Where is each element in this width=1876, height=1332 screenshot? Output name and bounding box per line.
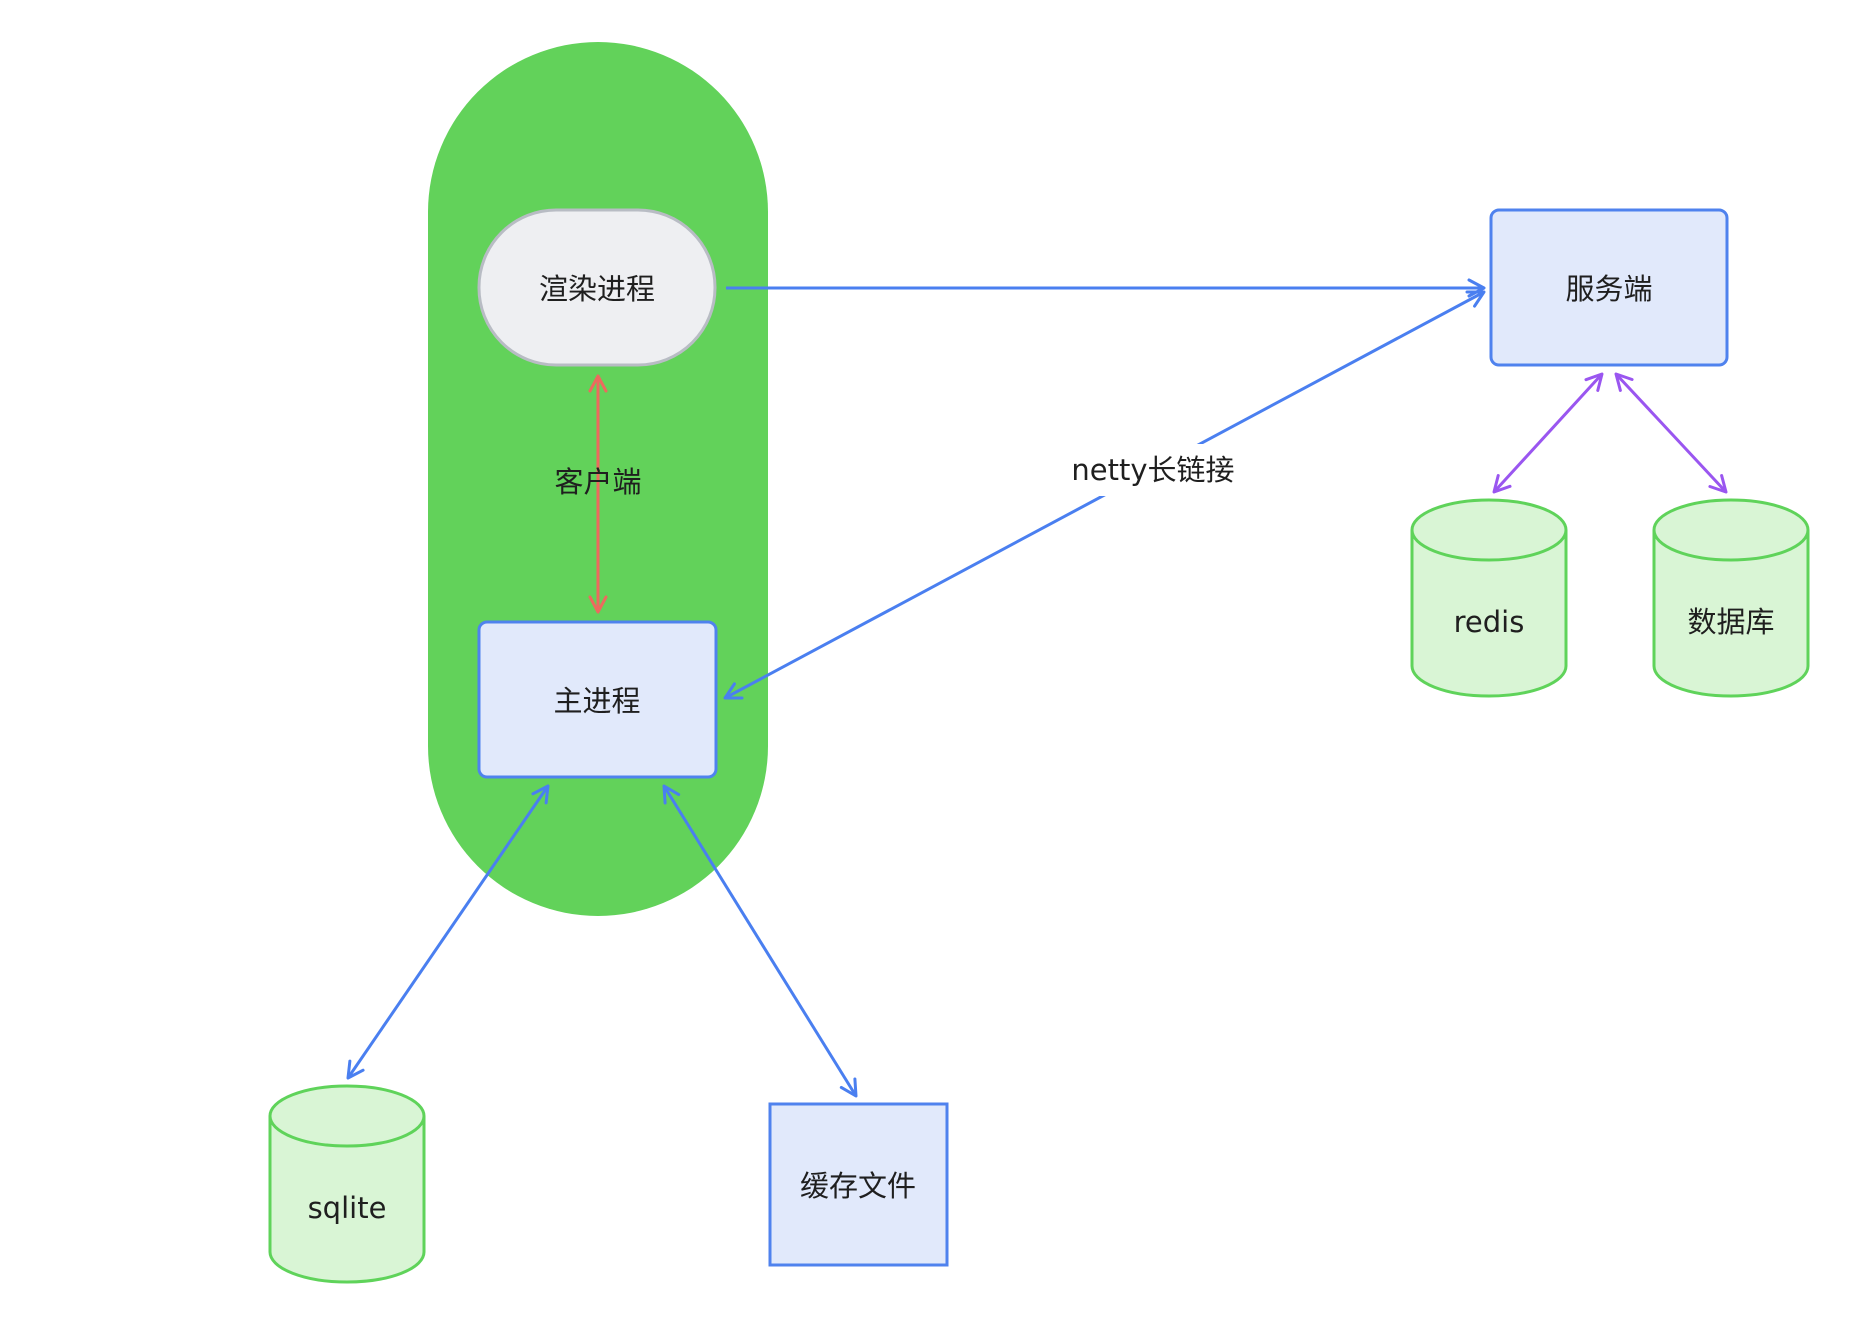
architecture-diagram: netty长链接 客户端 渲染进程 主进程 服务端 redis 数据库 sqli… [268, 42, 1810, 1284]
node-main-process: 主进程 [477, 620, 718, 779]
node-cache-file-label: 缓存文件 [800, 1169, 916, 1203]
edge-netty-label: netty长链接 [1071, 453, 1234, 487]
node-database: 数据库 [1652, 498, 1810, 698]
node-redis-label: redis [1454, 605, 1525, 639]
node-cache-file: 缓存文件 [768, 1102, 949, 1267]
node-main-process-label: 主进程 [553, 684, 640, 718]
edge-main-sqlite [346, 784, 550, 1080]
node-database-shape [1652, 498, 1810, 698]
edge-main-cache [662, 784, 858, 1098]
node-redis-shape [1410, 498, 1568, 698]
client-group-label: 客户端 [554, 465, 641, 499]
node-server: 服务端 [1489, 208, 1729, 367]
edge-server-redis [1492, 372, 1604, 494]
node-sqlite-shape [268, 1084, 426, 1284]
edge-server-database [1614, 372, 1728, 494]
node-render-process-label: 渲染进程 [539, 272, 655, 306]
node-sqlite: sqlite [268, 1084, 426, 1284]
node-render-process: 渲染进程 [477, 208, 717, 367]
node-database-label: 数据库 [1687, 605, 1774, 639]
node-sqlite-label: sqlite [308, 1191, 387, 1225]
node-server-label: 服务端 [1565, 272, 1652, 306]
node-redis: redis [1410, 498, 1568, 698]
